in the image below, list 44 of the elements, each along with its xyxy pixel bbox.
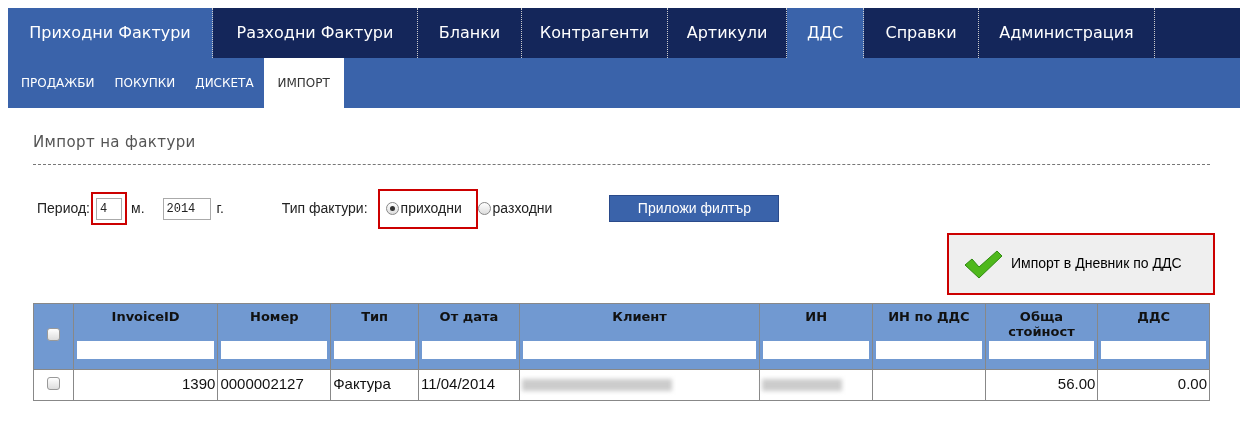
- radio-option[interactable]: разходни: [477, 198, 553, 219]
- filter-field[interactable]: [988, 341, 1095, 360]
- column-title: Тип: [361, 308, 389, 326]
- filter-field[interactable]: [221, 341, 328, 360]
- apply-filter-button[interactable]: Приложи филтър: [609, 195, 780, 222]
- column-title: ИН: [805, 308, 828, 326]
- import-button[interactable]: Импорт в Дневник по ДДС: [947, 232, 1215, 295]
- filter-field[interactable]: [763, 341, 870, 360]
- nav-tab[interactable]: Приходни Фактури: [8, 8, 213, 58]
- filter-field[interactable]: [876, 341, 982, 360]
- month-suffix: м.: [131, 199, 145, 218]
- year-field[interactable]: 2014: [162, 197, 211, 220]
- sub-nav-tab[interactable]: ДИСКЕТА: [185, 58, 264, 108]
- sub-nav-tab[interactable]: ПОКУПКИ: [104, 58, 186, 108]
- checkbox[interactable]: [46, 376, 60, 390]
- column-title: Номер: [250, 308, 299, 326]
- filter-field[interactable]: [1101, 341, 1206, 360]
- table-cell: Фактура: [330, 369, 419, 400]
- column-title: ДДС: [1137, 308, 1171, 326]
- radio-option[interactable]: приходни: [385, 198, 462, 219]
- sub-nav-tab[interactable]: ПРОДАЖБИ: [11, 58, 105, 108]
- table-cell: 56.00: [985, 369, 1098, 400]
- column-title: Обща стойност: [1007, 308, 1076, 341]
- radio-button[interactable]: [385, 202, 399, 215]
- sub-nav-tab[interactable]: ИМПОРТ: [263, 58, 344, 108]
- table-cell: 0.00: [1097, 369, 1210, 400]
- column-title: Клиент: [612, 308, 667, 326]
- table-cell: 1390: [73, 369, 218, 400]
- filter-field[interactable]: [334, 341, 416, 360]
- year-suffix: г.: [216, 199, 224, 218]
- nav-tab[interactable]: ДДС: [787, 8, 864, 58]
- page-title: Импорт на фактури: [33, 132, 197, 153]
- checkbox[interactable]: [46, 328, 60, 341]
- table-cell: 0000002127: [217, 369, 331, 400]
- month-field[interactable]: 4: [96, 198, 122, 220]
- filter-field[interactable]: [522, 341, 757, 360]
- column-title: InvoiceID: [111, 308, 180, 326]
- column-title: От дата: [439, 308, 499, 326]
- table-cell: 11/04/2014: [418, 369, 520, 400]
- filter-field[interactable]: [76, 341, 215, 360]
- period-label: Период:: [37, 199, 90, 218]
- filter-field[interactable]: [422, 341, 516, 360]
- type-label: Тип фактури:: [281, 199, 368, 218]
- column-title: ИН по ДДС: [888, 308, 970, 326]
